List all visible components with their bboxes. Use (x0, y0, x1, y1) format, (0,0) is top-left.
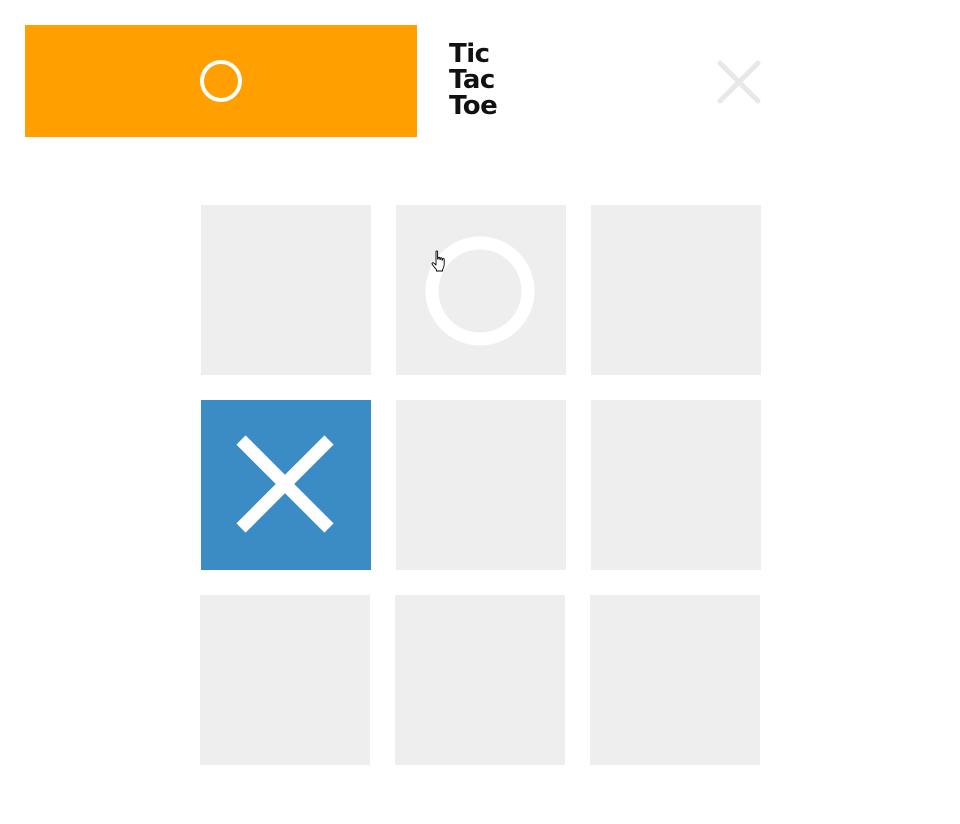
o-turn-icon (200, 60, 242, 102)
o-mark-icon (425, 236, 535, 346)
board-cell[interactable] (396, 205, 566, 375)
board-cell[interactable] (590, 595, 760, 765)
x-mark-icon (236, 435, 334, 533)
board-cell[interactable] (201, 400, 371, 570)
title-line-2: Tac (449, 65, 495, 95)
board-cell[interactable] (591, 205, 761, 375)
title-line-1: Tic (449, 39, 490, 69)
board-cell[interactable] (201, 205, 371, 375)
title-line-3: Toe (449, 91, 498, 121)
game-title: Tic Tac Toe (449, 39, 498, 121)
game-page: Tic Tac Toe (0, 0, 960, 824)
board-cell[interactable] (395, 595, 565, 765)
board-cell[interactable] (591, 400, 761, 570)
board-cell[interactable] (396, 400, 566, 570)
board-cell[interactable] (200, 595, 370, 765)
current-turn-indicator (25, 25, 417, 137)
close-icon[interactable] (716, 59, 762, 105)
